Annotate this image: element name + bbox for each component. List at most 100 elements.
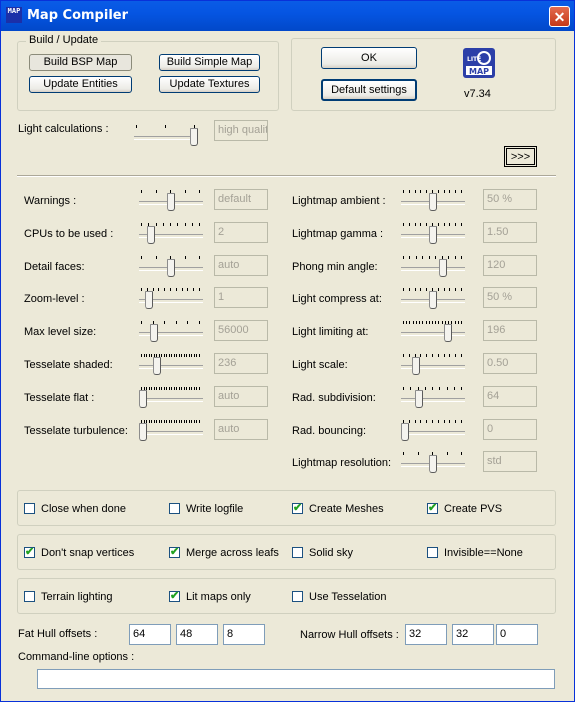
narrow-hull-x-input[interactable]: 32 bbox=[405, 624, 447, 645]
don-t-snap-vertices-checkbox-label: Don't snap vertices bbox=[41, 547, 135, 559]
light-limiting-at-ticks bbox=[403, 321, 463, 325]
max-level-size-slider[interactable] bbox=[139, 318, 203, 344]
lightmap-gamma-thumb[interactable] bbox=[429, 225, 437, 244]
cpus-to-be-used-thumb[interactable] bbox=[147, 225, 155, 244]
create-meshes-checkbox[interactable]: ✔ Create Meshes bbox=[292, 502, 384, 515]
close-when-done-checkbox[interactable]: Close when done bbox=[24, 503, 126, 515]
ok-button[interactable]: OK bbox=[321, 47, 417, 69]
close-button[interactable]: ✕ bbox=[549, 6, 570, 27]
lightmap-ambient-slider[interactable] bbox=[401, 187, 465, 213]
tesselate-turbulence-value: auto bbox=[214, 418, 268, 440]
zoom-level-slider[interactable] bbox=[139, 285, 203, 311]
tesselate-flat-label: Tesselate flat : bbox=[24, 391, 95, 404]
fat-hull-label: Fat Hull offsets : bbox=[18, 628, 98, 640]
detail-faces-thumb[interactable] bbox=[167, 258, 175, 277]
light-compress-at-slider[interactable] bbox=[401, 285, 465, 311]
close-when-done-checkbox-box[interactable] bbox=[24, 503, 35, 514]
tesselate-shaded-thumb[interactable] bbox=[153, 357, 161, 375]
more-options-button[interactable]: >>> bbox=[504, 146, 537, 167]
light-scale-slider[interactable] bbox=[401, 351, 465, 377]
command-line-label: Command-line options : bbox=[18, 651, 135, 663]
invisible-none-checkbox[interactable]: Invisible==None bbox=[427, 547, 523, 559]
create-pvs-checkbox-box[interactable]: ✔ bbox=[427, 502, 438, 514]
light-limiting-at-slider[interactable] bbox=[401, 318, 465, 344]
use-tesselation-checkbox[interactable]: Use Tesselation bbox=[292, 591, 386, 603]
use-tesselation-checkbox-box[interactable] bbox=[292, 591, 303, 602]
merge-across-leafs-checkbox-box[interactable]: ✔ bbox=[169, 546, 180, 558]
tesselate-turbulence-track bbox=[139, 430, 203, 435]
light-calculations-track bbox=[134, 136, 198, 140]
zoom-level-thumb[interactable] bbox=[145, 291, 153, 310]
lightmap-gamma-slider[interactable] bbox=[401, 220, 465, 246]
rad-bouncing-thumb[interactable] bbox=[401, 422, 409, 441]
warnings-slider[interactable] bbox=[139, 187, 203, 213]
phong-min-angle-slider[interactable] bbox=[401, 253, 465, 279]
don-t-snap-vertices-checkbox[interactable]: ✔ Don't snap vertices bbox=[24, 546, 135, 559]
lit-maps-only-checkbox-box[interactable]: ✔ bbox=[169, 590, 180, 602]
update-entities-button[interactable]: Update Entities bbox=[29, 76, 132, 93]
light-scale-value: 0.50 bbox=[483, 353, 537, 374]
fat-hull-z-input[interactable]: 8 bbox=[223, 624, 265, 645]
terrain-lighting-checkbox[interactable]: Terrain lighting bbox=[24, 591, 113, 603]
lit-maps-only-checkbox-label: Lit maps only bbox=[186, 591, 251, 603]
solid-sky-checkbox-box[interactable] bbox=[292, 547, 303, 558]
phong-min-angle-thumb[interactable] bbox=[439, 258, 447, 277]
light-calculations-slider[interactable] bbox=[134, 122, 198, 148]
light-limiting-at-value: 196 bbox=[483, 320, 537, 342]
update-textures-button[interactable]: Update Textures bbox=[159, 76, 260, 93]
lightmap-gamma-label: Lightmap gamma : bbox=[292, 227, 384, 240]
build-bsp-map-button[interactable]: Build BSP Map bbox=[29, 54, 132, 71]
tesselate-turbulence-thumb[interactable] bbox=[139, 422, 147, 441]
tesselate-shaded-label: Tesselate shaded: bbox=[24, 359, 113, 371]
close-when-done-checkbox-label: Close when done bbox=[41, 503, 127, 515]
tesselate-turbulence-slider[interactable] bbox=[139, 417, 203, 443]
build-simple-map-button[interactable]: Build Simple Map bbox=[159, 54, 260, 71]
light-calculations-thumb[interactable] bbox=[190, 128, 198, 146]
command-line-input[interactable] bbox=[37, 669, 555, 689]
narrow-hull-z-input[interactable]: 0 bbox=[496, 624, 538, 645]
create-pvs-checkbox[interactable]: ✔ Create PVS bbox=[427, 502, 502, 515]
lightmap-ambient-thumb[interactable] bbox=[429, 193, 437, 211]
lightmap-gamma-value: 1.50 bbox=[483, 221, 537, 243]
rad-subdivision-thumb[interactable] bbox=[415, 389, 423, 408]
default-settings-button[interactable]: Default settings bbox=[321, 79, 417, 101]
narrow-hull-y-input[interactable]: 32 bbox=[452, 624, 494, 645]
rad-bouncing-track bbox=[401, 430, 465, 435]
window-title: Map Compiler bbox=[27, 8, 129, 23]
light-compress-at-thumb[interactable] bbox=[429, 291, 437, 310]
light-limiting-at-thumb[interactable] bbox=[444, 324, 452, 343]
don-t-snap-vertices-checkbox-box[interactable]: ✔ bbox=[24, 546, 35, 558]
write-logfile-checkbox[interactable]: Write logfile bbox=[169, 503, 243, 515]
create-meshes-checkbox-box[interactable]: ✔ bbox=[292, 502, 303, 514]
max-level-size-track bbox=[139, 332, 203, 337]
merge-across-leafs-checkbox-label: Merge across leafs bbox=[186, 547, 279, 559]
separator bbox=[17, 175, 556, 177]
title-bar[interactable]: MAP Map Compiler ✕ bbox=[1, 1, 574, 31]
lightmap-resolution-slider[interactable] bbox=[401, 449, 465, 475]
fat-hull-y-input[interactable]: 48 bbox=[176, 624, 218, 645]
warnings-thumb[interactable] bbox=[167, 193, 175, 211]
write-logfile-checkbox-box[interactable] bbox=[169, 503, 180, 514]
rad-bouncing-slider[interactable] bbox=[401, 417, 465, 443]
write-logfile-checkbox-label: Write logfile bbox=[186, 503, 244, 515]
rad-subdivision-slider[interactable] bbox=[401, 384, 465, 410]
lightmap-resolution-thumb[interactable] bbox=[429, 455, 437, 474]
detail-faces-label: Detail faces: bbox=[24, 260, 85, 273]
solid-sky-checkbox[interactable]: Solid sky bbox=[292, 547, 353, 559]
lit-maps-only-checkbox[interactable]: ✔ Lit maps only bbox=[169, 590, 251, 603]
merge-across-leafs-checkbox[interactable]: ✔ Merge across leafs bbox=[169, 546, 279, 559]
light-scale-thumb[interactable] bbox=[412, 357, 420, 375]
tesselate-shaded-slider[interactable] bbox=[139, 351, 203, 377]
terrain-lighting-checkbox-box[interactable] bbox=[24, 591, 35, 602]
tesselate-flat-thumb[interactable] bbox=[139, 389, 147, 408]
tesselate-flat-slider[interactable] bbox=[139, 384, 203, 410]
checkmark-icon: ✔ bbox=[25, 546, 35, 558]
detail-faces-slider[interactable] bbox=[139, 253, 203, 279]
fat-hull-x-input[interactable]: 64 bbox=[129, 624, 171, 645]
cpus-to-be-used-slider[interactable] bbox=[139, 220, 203, 246]
light-limiting-at-label: Light limiting at: bbox=[292, 326, 369, 339]
warnings-value: default bbox=[214, 189, 268, 210]
invisible-none-checkbox-box[interactable] bbox=[427, 547, 438, 558]
max-level-size-value: 56000 bbox=[214, 320, 268, 342]
max-level-size-thumb[interactable] bbox=[150, 324, 158, 343]
